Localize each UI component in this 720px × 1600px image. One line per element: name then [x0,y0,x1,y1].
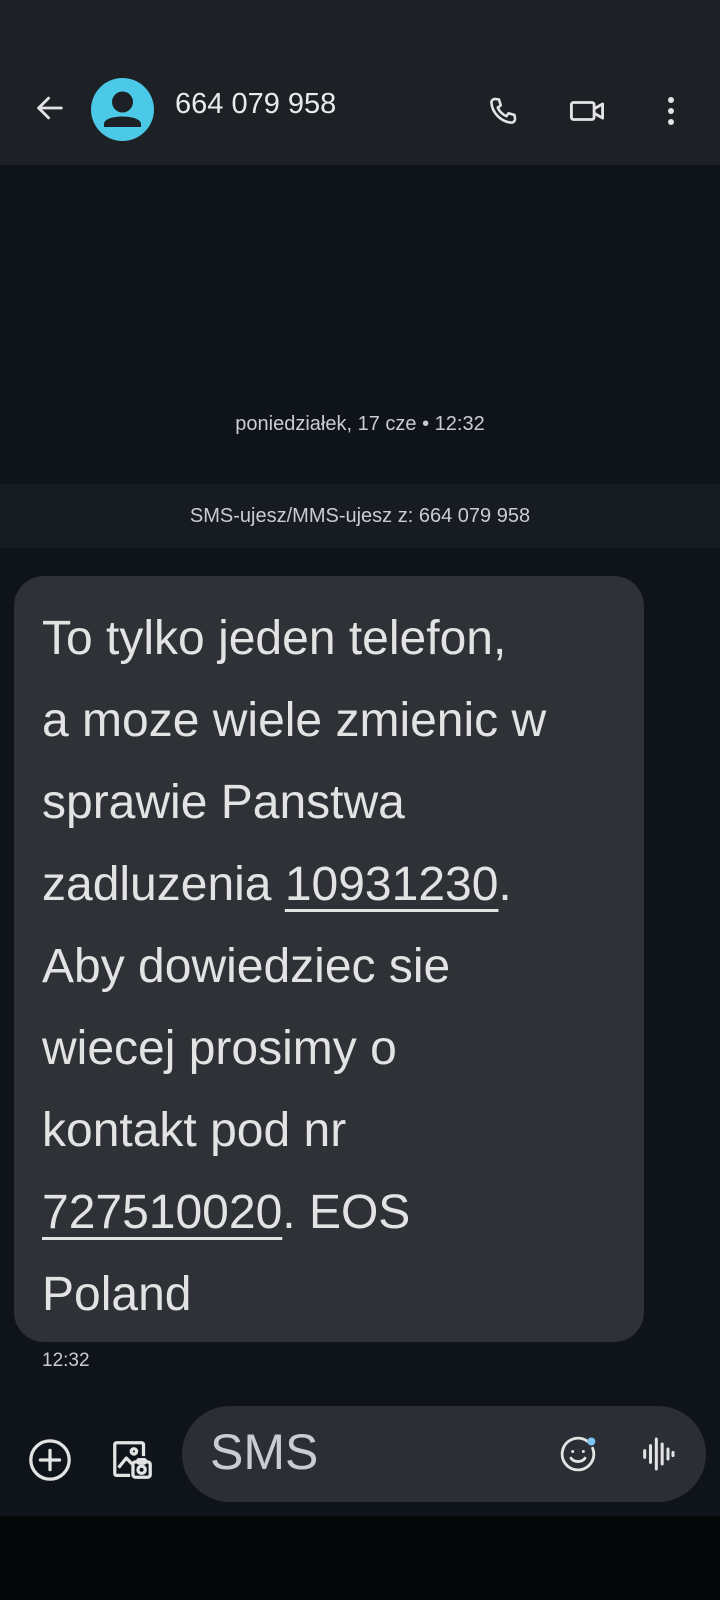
phone-icon[interactable] [474,82,532,140]
message-input-container[interactable] [182,1406,706,1502]
sim-banner: SMS-ujesz/MMS-ujesz z: 664 079 958 [0,484,720,548]
message-line: To tylko jeden telefon, [42,598,624,680]
contact-name[interactable]: 664 079 958 [175,88,336,121]
message-line: zadluzenia 10931230. [42,844,624,926]
message-line: kontakt pod nr [42,1090,624,1172]
message-text: To tylko jeden telefon, a moze wiele zmie… [42,598,624,1336]
message-text-segment: kontakt pod nr [42,1104,347,1157]
message-text-segment: To tylko jeden telefon, [42,612,507,665]
message-text-segment: sprawie Panstwa [42,776,405,829]
gallery-icon[interactable] [104,1432,160,1488]
message-line: a moze wiele zmienic w [42,680,624,762]
sms-input[interactable] [210,1422,510,1482]
add-circle-icon[interactable] [22,1432,78,1488]
message-text-segment: wiecej prosimy o [42,1022,397,1075]
phone-number-link[interactable]: 727510020 [42,1186,282,1239]
message-line: Poland [42,1254,624,1336]
message-text-segment: Aby dowiedziec sie [42,940,451,993]
back-arrow-icon[interactable] [22,80,78,136]
message-line: wiecej prosimy o [42,1008,624,1090]
phone-number-link[interactable]: 10931230 [285,858,499,911]
message-line: Aby dowiedziec sie [42,926,624,1008]
emoji-icon[interactable] [550,1426,606,1482]
more-vert-icon[interactable] [645,82,697,140]
video-call-icon[interactable] [558,82,616,140]
message-text-segment: Poland [42,1268,192,1321]
system-navigation-bar [0,1516,720,1600]
voice-message-icon[interactable] [630,1426,686,1482]
message-timestamp: 12:32 [42,1350,90,1371]
message-text-segment: . EOS [282,1186,411,1239]
message-text-segment: a moze wiele zmienic w [42,694,547,747]
message-line: 727510020. EOS [42,1172,624,1254]
message-text-segment: . [498,858,512,911]
message-bubble[interactable]: To tylko jeden telefon, a moze wiele zmie… [14,576,644,1342]
message-line: sprawie Panstwa [42,762,624,844]
contact-avatar-icon[interactable] [91,78,154,141]
message-text-segment: zadluzenia [42,858,285,911]
date-separator: poniedziałek, 17 cze • 12:32 [235,413,485,435]
